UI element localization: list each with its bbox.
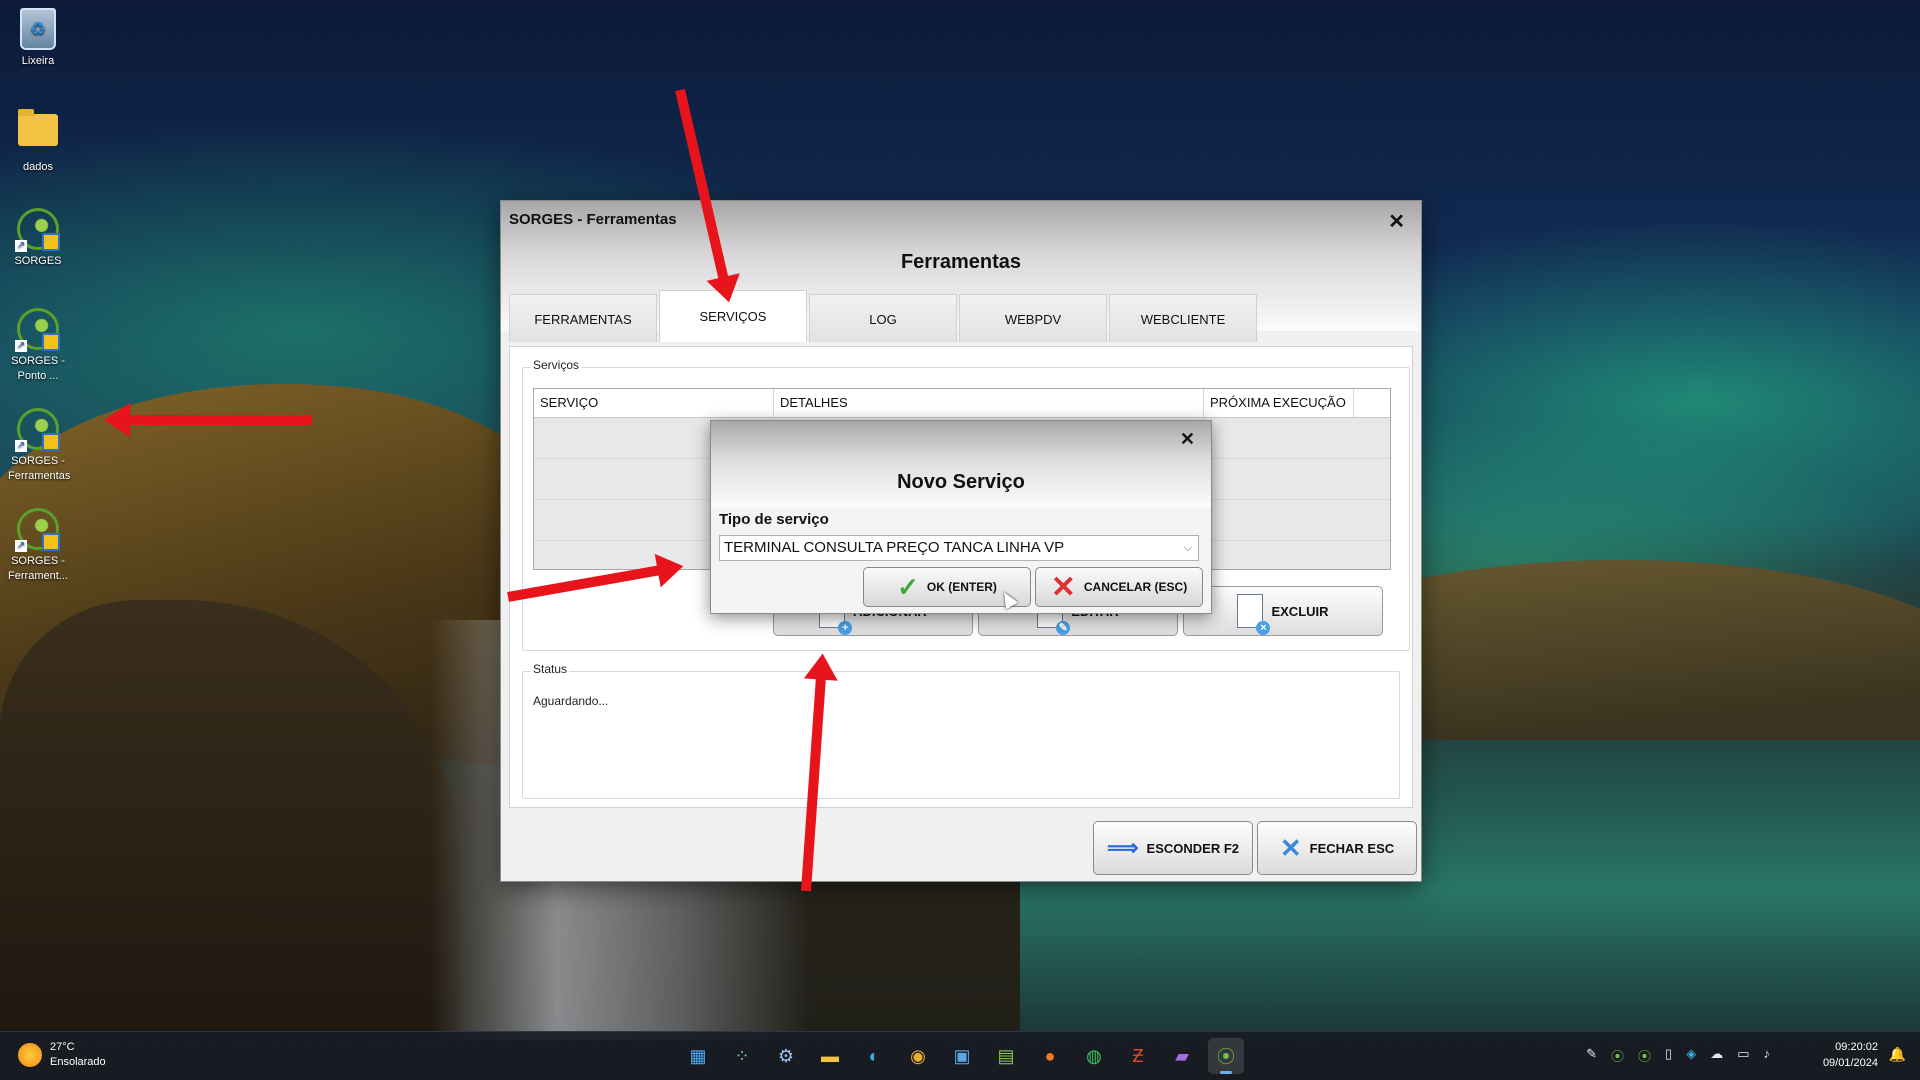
column-servico[interactable]: SERVIÇO	[534, 389, 774, 417]
status-text: Aguardando...	[533, 694, 609, 708]
settings-icon[interactable]: ⚙	[768, 1038, 804, 1074]
window-heading: Ferramentas	[900, 251, 1022, 273]
status-group-label: Status	[531, 662, 570, 676]
chrome-icon[interactable]: ◉	[900, 1038, 936, 1074]
delete-button[interactable]: × EXCLUIR	[1183, 586, 1383, 636]
desktop-icon-sorges-ferramentas[interactable]: ↗ SORGES - Ferramentas	[8, 408, 71, 484]
sorges-tray-icon-2[interactable]: ⦿	[1638, 1046, 1651, 1065]
service-type-select[interactable]: TERMINAL CONSULTA PREÇO TANCA LINHA VP ⌵	[719, 535, 1199, 561]
remote-icon[interactable]: ▣	[944, 1038, 980, 1074]
weather-widget[interactable]: 27°C Ensolarado	[18, 1040, 106, 1070]
desktop-icon-sorges[interactable]: ↗ SORGES	[8, 208, 68, 269]
firefox-icon[interactable]: ●	[1032, 1038, 1068, 1074]
checkmark-icon: ✓	[897, 571, 919, 602]
hide-button[interactable]: ⟹ ESCONDER F2	[1093, 821, 1253, 875]
delete-button-label: EXCLUIR	[1271, 603, 1329, 619]
network-icon[interactable]: ▭	[1737, 1046, 1749, 1065]
window-close-icon[interactable]: ✕	[1388, 209, 1405, 234]
desktop-icon-sorges-ponto[interactable]: ↗ SORGES - Ponto ...	[8, 308, 68, 384]
window-title: SORGES - Ferramentas	[509, 211, 677, 228]
novo-servico-dialog: ✕ Novo Serviço Tipo de serviço TERMINAL …	[710, 420, 1212, 614]
cancel-button-label: CANCELAR (ESC)	[1083, 580, 1188, 594]
pen-icon[interactable]: ✎	[1586, 1046, 1597, 1065]
edge-icon[interactable]: ◐	[856, 1038, 892, 1074]
service-type-value: TERMINAL CONSULTA PREÇO TANCA LINHA VP	[724, 539, 1065, 556]
cancel-x-icon: ✕	[1050, 570, 1076, 604]
desktop-icon-label: SORGES - Ponto ...	[11, 355, 65, 382]
ok-button-label: OK (ENTER)	[926, 580, 997, 594]
tab-webcliente[interactable]: WEBCLIENTE	[1109, 294, 1257, 342]
onedrive-icon[interactable]: ☁	[1710, 1046, 1723, 1065]
desktop-icon-dados[interactable]: dados	[8, 108, 68, 175]
start-icon[interactable]: ▦	[680, 1038, 716, 1074]
system-tray: ✎ ⦿ ⦿ ▯ ◈ ☁ ▭ ♪	[1586, 1046, 1770, 1065]
taskbar: 27°C Ensolarado ▦ ⁘ ⚙ ▬ ◐ ◉ ▣ ▤ ● ◍ Ƶ ▰ …	[0, 1031, 1920, 1080]
file-explorer-icon[interactable]: ▬	[812, 1038, 848, 1074]
notepad-icon[interactable]: ▤	[988, 1038, 1024, 1074]
sun-icon	[18, 1043, 42, 1067]
close-button[interactable]: ✕ FECHAR ESC	[1257, 821, 1417, 875]
chevron-down-icon: ⌵	[1183, 542, 1192, 554]
annotation-arrow-to-desktop-icon	[122, 415, 312, 425]
dialog-heading: Novo Serviço	[897, 471, 1025, 493]
status-group: Status Aguardando...	[522, 662, 1400, 799]
shortcut-arrow-icon: ↗	[15, 340, 27, 352]
shortcut-arrow-icon: ↗	[15, 540, 27, 552]
desktop-icon-label: SORGES - Ferramentas	[8, 455, 71, 482]
desktop-icon-label: dados	[23, 161, 53, 173]
clock-date: 09/01/2024	[1822, 1057, 1878, 1069]
clock[interactable]: 09:20:02 09/01/2024	[1823, 1039, 1878, 1071]
column-detalhes[interactable]: DETALHES	[774, 389, 1204, 417]
video-editor-icon[interactable]: ▰	[1164, 1038, 1200, 1074]
close-x-icon: ✕	[1279, 832, 1302, 863]
sorges-tray-icon[interactable]: ⦿	[1611, 1046, 1624, 1065]
notification-bell-icon[interactable]: 🔔	[1889, 1046, 1906, 1063]
dialog-header: ✕ Novo Serviço	[711, 421, 1211, 507]
grid-header: SERVIÇO DETALHES PRÓXIMA EXECUÇÃO	[534, 389, 1390, 418]
folder-icon	[18, 109, 58, 146]
security-icon[interactable]: ◈	[1686, 1046, 1696, 1065]
volume-icon[interactable]: ♪	[1764, 1046, 1771, 1065]
desktop-icon-label: SORGES	[14, 255, 62, 267]
service-type-label: Tipo de serviço	[719, 511, 829, 528]
filezilla-icon[interactable]: Ƶ	[1120, 1038, 1156, 1074]
shortcut-arrow-icon: ↗	[15, 240, 27, 252]
hide-button-label: ESCONDER F2	[1146, 840, 1239, 856]
temperature-text: 27°C	[50, 1041, 75, 1053]
desktop-icon-label: SORGES - Ferrament...	[8, 555, 68, 582]
widgets-icon[interactable]: ⁘	[724, 1038, 760, 1074]
tab-webpdv[interactable]: WEBPDV	[959, 294, 1107, 342]
servicos-group-label: Serviços	[531, 358, 582, 372]
clock-time: 09:20:02	[1835, 1041, 1878, 1053]
tab-log[interactable]: LOG	[809, 294, 957, 342]
close-button-label: FECHAR ESC	[1309, 840, 1395, 856]
shortcut-arrow-icon: ↗	[15, 440, 27, 452]
arrow-right-icon: ⟹	[1106, 835, 1139, 860]
window-header: SORGES - Ferramentas ✕ Ferramentas FERRA…	[501, 201, 1421, 342]
taskbar-apps: ▦ ⁘ ⚙ ▬ ◐ ◉ ▣ ▤ ● ◍ Ƶ ▰ ⦿	[680, 1038, 1244, 1074]
dialog-close-icon[interactable]: ✕	[1180, 429, 1195, 450]
weather-text: Ensolarado	[50, 1056, 106, 1068]
whatsapp-icon[interactable]: ◍	[1076, 1038, 1112, 1074]
desktop-icon-label: Lixeira	[21, 55, 55, 67]
tab-bar: FERRAMENTAS SERVIÇOS LOG WEBPDV WEBCLIEN…	[509, 290, 1259, 342]
delete-document-icon: ×	[1237, 594, 1271, 635]
cancel-button[interactable]: ✕ CANCELAR (ESC)	[1035, 567, 1203, 607]
sorges-icon[interactable]: ⦿	[1208, 1038, 1244, 1074]
desktop-icon-recycle-bin[interactable]: ♻ Lixeira	[8, 8, 68, 69]
desktop-icon-sorges-ferramentas-2[interactable]: ↗ SORGES - Ferrament...	[8, 508, 68, 584]
column-proxima-execucao[interactable]: PRÓXIMA EXECUÇÃO	[1204, 389, 1354, 417]
usb-icon[interactable]: ▯	[1665, 1046, 1672, 1065]
tab-ferramentas[interactable]: FERRAMENTAS	[509, 294, 657, 342]
recycle-bin-icon: ♻	[20, 8, 56, 50]
